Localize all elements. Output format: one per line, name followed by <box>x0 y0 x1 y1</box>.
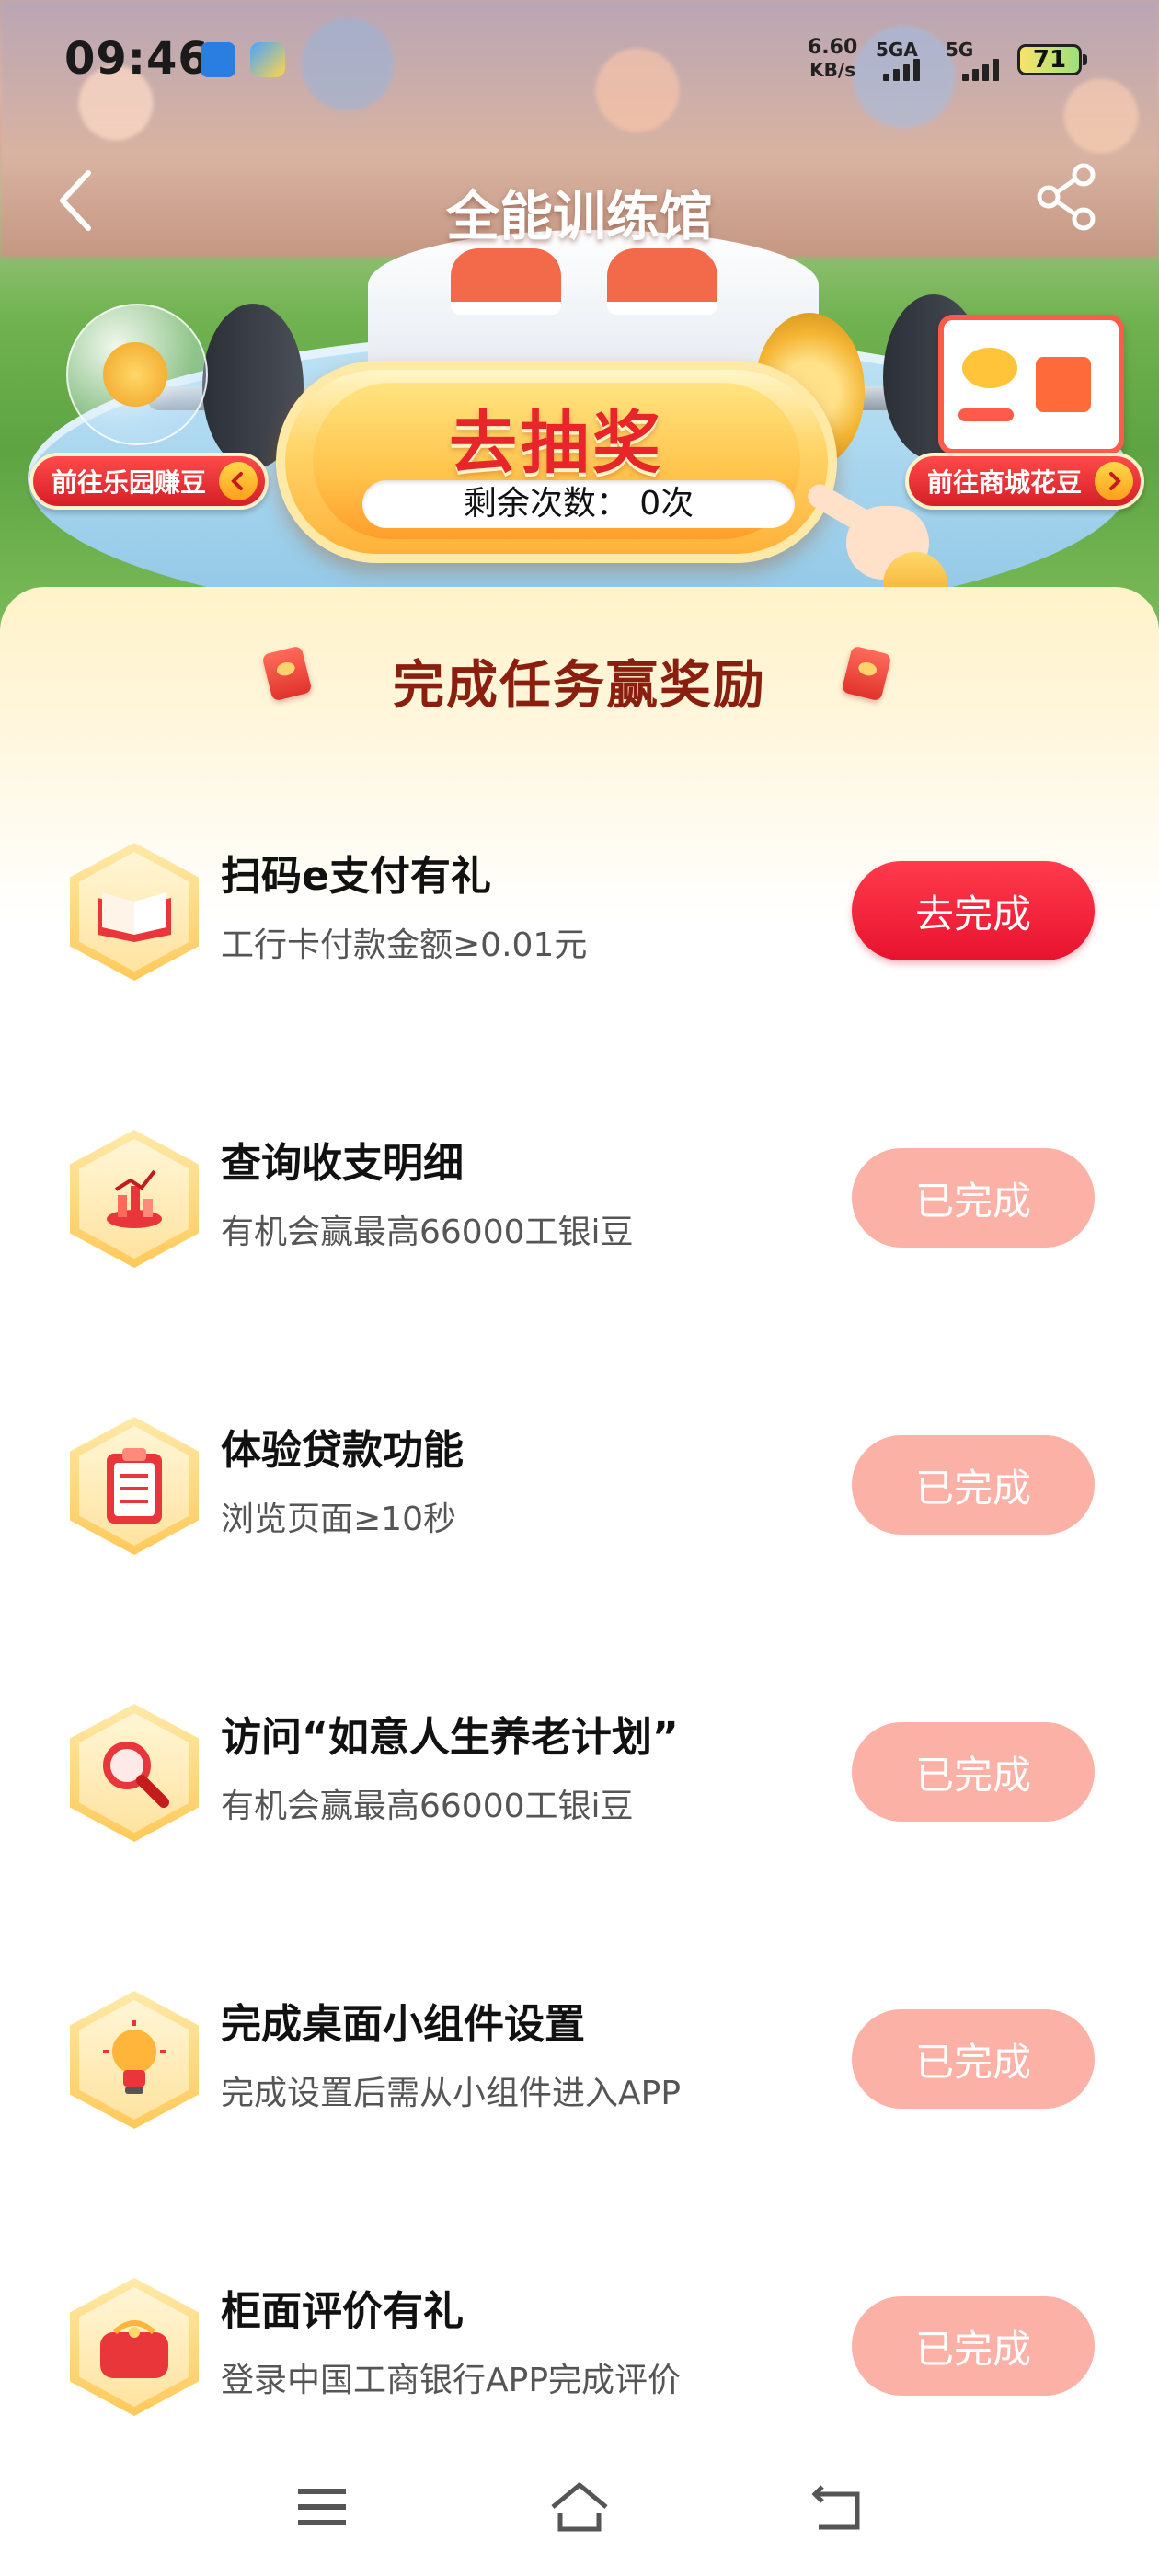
magnifier-icon <box>103 1742 169 1808</box>
status-time: 09:46 <box>64 33 210 85</box>
task-title: 查询收支明细 <box>221 1140 464 1187</box>
task-done-button[interactable]: 已完成 <box>852 2296 1095 2396</box>
clipboard-icon <box>107 1448 162 1524</box>
task-icon-frame <box>70 1991 199 2129</box>
task-description: 登录中国工商银行APP完成评价 <box>221 2362 682 2399</box>
back-nav-button[interactable] <box>800 2475 874 2539</box>
tasks-panel: 完成任务赢奖励 扫码e支付有礼 工行卡付款金额≥0.01元 去完成 查询收支明细… <box>0 587 1159 2576</box>
task-description: 完成设置后需从小组件进入APP <box>221 2075 682 2112</box>
purse-icon <box>100 2320 168 2378</box>
task-item-pension-plan: 访问“如意人生养老计划” 有机会赢最高66000工银i豆 已完成 <box>0 1693 1159 1858</box>
task-item-scan-pay: 扫码e支付有礼 工行卡付款金额≥0.01元 去完成 <box>0 832 1159 997</box>
lottery-button-face: 去抽奖 剩余次数： 0次 <box>313 383 800 539</box>
task-done-button[interactable]: 已完成 <box>852 1435 1095 1535</box>
task-item-widget: 完成桌面小组件设置 完成设置后需从小组件进入APP 已完成 <box>0 1980 1159 2145</box>
task-icon-frame <box>70 1417 199 1555</box>
bean-bubble-icon <box>66 304 208 445</box>
task-item-transactions: 查询收支明细 有机会赢最高66000工银i豆 已完成 <box>0 1119 1159 1284</box>
go-to-mall-label: 前往商城花豆 <box>927 467 1083 498</box>
system-navigation-bar <box>0 2438 1159 2576</box>
app-notification-icon <box>201 42 235 77</box>
task-title: 体验贷款功能 <box>221 1427 464 1474</box>
task-go-button[interactable]: 去完成 <box>852 861 1095 960</box>
signal-icon-2 <box>962 59 999 81</box>
menu-button[interactable] <box>285 2475 359 2539</box>
network-type-1: 5GA <box>876 39 918 61</box>
lottery-title: 去抽奖 <box>449 404 664 483</box>
lightbulb-icon <box>103 2020 166 2094</box>
lottery-button[interactable]: 去抽奖 剩余次数： 0次 <box>276 361 837 563</box>
home-button[interactable] <box>543 2475 616 2539</box>
home-icon <box>551 2482 608 2532</box>
signal-icon-1 <box>883 59 920 81</box>
remaining-count: 剩余次数： 0次 <box>362 480 795 528</box>
task-description: 有机会赢最高66000工银i豆 <box>221 1213 634 1251</box>
task-title: 柜面评价有礼 <box>221 2288 464 2335</box>
app-notification-icon-2 <box>250 42 285 77</box>
task-title: 完成桌面小组件设置 <box>221 2001 585 2048</box>
task-icon-frame <box>70 843 199 981</box>
go-to-park-button[interactable]: 前往乐园赚豆 <box>29 453 269 510</box>
share-button[interactable] <box>1030 160 1104 234</box>
share-icon <box>1037 163 1096 231</box>
battery-icon: 71 <box>1017 44 1087 75</box>
page-title: 全能训练馆 <box>445 185 713 247</box>
net-speed-unit: KB/s <box>809 59 856 81</box>
task-item-loan: 体验贷款功能 浏览页面≥10秒 已完成 <box>0 1406 1159 1571</box>
task-done-button[interactable]: 已完成 <box>852 2009 1095 2109</box>
arrow-right-icon <box>1095 462 1133 500</box>
status-bar: 09:46 6.60 KB/s 5GA 5G 71 <box>0 0 1159 120</box>
task-icon-frame <box>70 2278 199 2416</box>
nav-bar: 全能训练馆 <box>0 147 1159 258</box>
task-description: 浏览页面≥10秒 <box>221 1501 456 1538</box>
task-title: 扫码e支付有礼 <box>221 853 491 900</box>
chart-icon <box>107 1169 162 1228</box>
shop-card-icon <box>938 315 1124 454</box>
task-title: 访问“如意人生养老计划” <box>221 1714 679 1761</box>
task-done-button[interactable]: 已完成 <box>852 1722 1095 1822</box>
menu-icon <box>298 2489 346 2525</box>
arrow-left-icon <box>219 462 258 500</box>
task-icon-frame <box>70 1704 199 1842</box>
shoe-right <box>607 248 717 315</box>
shoe-left <box>451 248 561 315</box>
book-icon <box>98 892 171 942</box>
task-description: 工行卡付款金额≥0.01元 <box>221 926 588 964</box>
go-to-park-label: 前往乐园赚豆 <box>52 467 207 498</box>
back-arrow-icon <box>811 2485 860 2530</box>
tasks-panel-title: 完成任务赢奖励 <box>393 656 766 716</box>
task-item-counter-review: 柜面评价有礼 登录中国工商银行APP完成评价 已完成 <box>0 2267 1159 2432</box>
network-type-2: 5G <box>946 39 974 61</box>
net-speed-value: 6.60 <box>808 36 858 59</box>
net-speed: 6.60 KB/s <box>808 36 858 82</box>
task-icon-frame <box>70 1130 199 1268</box>
task-done-button[interactable]: 已完成 <box>852 1148 1095 1248</box>
task-description: 有机会赢最高66000工银i豆 <box>221 1788 634 1825</box>
